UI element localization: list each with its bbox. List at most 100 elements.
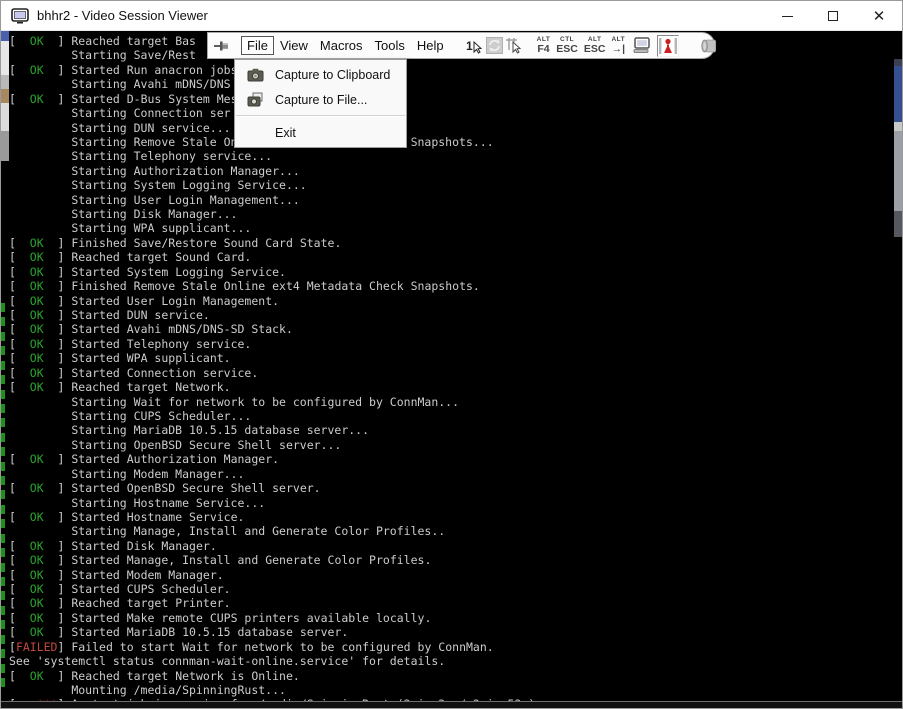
console-line: [ OK ] Reached target Printer. bbox=[9, 596, 535, 610]
console-line: [ OK ] Started Make remote CUPS printers… bbox=[9, 611, 535, 625]
console-line: [ OK ] Started Disk Manager. bbox=[9, 539, 535, 553]
green-tick-artifact bbox=[1, 505, 5, 514]
menu-item-exit[interactable]: Exit bbox=[235, 120, 406, 145]
ctl-esc-key: ESC bbox=[556, 44, 578, 55]
console-line: [ OK ] Reached target Network. bbox=[9, 380, 535, 394]
pointer-align-button[interactable] bbox=[505, 36, 523, 56]
refresh-button[interactable] bbox=[486, 36, 503, 56]
green-tick-artifact bbox=[1, 390, 5, 399]
menu-item-label: Exit bbox=[275, 126, 406, 140]
console-line: [ OK ] Started Modem Manager. bbox=[9, 568, 535, 582]
alt-tab-button[interactable]: ALT →| bbox=[611, 37, 625, 55]
remote-console-screen[interactable]: [ OK ] Reached target Bas Starting Save/… bbox=[1, 31, 902, 709]
console-line: Starting MariaDB 10.5.15 database server… bbox=[9, 423, 535, 437]
video-session-viewer-window: bhhr2 - Video Session Viewer ✕ [ OK ] Re… bbox=[0, 0, 903, 709]
green-tick-artifact bbox=[1, 519, 5, 528]
green-tick-artifact bbox=[1, 433, 5, 442]
bottom-frame-strip bbox=[1, 702, 902, 709]
minimize-button[interactable] bbox=[764, 1, 810, 31]
window-title: bhhr2 - Video Session Viewer bbox=[37, 8, 208, 23]
close-icon: ✕ bbox=[873, 9, 886, 24]
single-cursor-button[interactable]: 1 bbox=[466, 36, 484, 56]
svg-text:1: 1 bbox=[466, 39, 473, 53]
menu-item-label: Capture to Clipboard bbox=[275, 68, 406, 82]
menu-item-label: Capture to File... bbox=[275, 93, 406, 107]
green-tick-artifact bbox=[1, 418, 5, 427]
console-line: See 'systemctl status connman-wait-onlin… bbox=[9, 654, 535, 668]
right-edge-artifact bbox=[894, 66, 902, 122]
green-tick-artifact bbox=[1, 490, 5, 499]
send-keys-button[interactable] bbox=[632, 36, 652, 56]
console-line: [ OK ] Started System Logging Service. bbox=[9, 265, 535, 279]
menu-help[interactable]: Help bbox=[411, 36, 450, 55]
green-tick-artifact bbox=[1, 563, 5, 572]
menu-item-capture-file[interactable]: Capture to File... bbox=[235, 87, 406, 112]
console-line: [ OK ] Started DUN service. bbox=[9, 308, 535, 322]
console-line: [ OK ] Started Telephony service. bbox=[9, 337, 535, 351]
console-line: [ OK ] Finished Save/Restore Sound Card … bbox=[9, 236, 535, 250]
console-line: [ OK ] Started Connection service. bbox=[9, 366, 535, 380]
session-user-icon bbox=[658, 37, 678, 55]
maximize-icon bbox=[828, 11, 838, 21]
right-edge-artifact bbox=[894, 59, 902, 66]
console-line: Starting CUPS Scheduler... bbox=[9, 409, 535, 423]
console-line: Starting System Logging Service... bbox=[9, 178, 535, 192]
menu-tools[interactable]: Tools bbox=[369, 36, 411, 55]
menu-file[interactable]: File bbox=[241, 36, 274, 55]
session-toolbar: File View Macros Tools Help 1 bbox=[207, 32, 715, 59]
green-tick-artifact bbox=[1, 635, 5, 644]
minimize-icon bbox=[782, 16, 793, 17]
title-bar: bhhr2 - Video Session Viewer ✕ bbox=[1, 1, 902, 31]
right-edge-artifact bbox=[894, 122, 902, 131]
camera-file-icon bbox=[235, 92, 275, 107]
green-tick-artifact bbox=[1, 620, 5, 629]
green-tick-artifact bbox=[1, 649, 5, 658]
green-tick-artifact bbox=[1, 317, 5, 326]
alt-esc-button[interactable]: ALT ESC bbox=[584, 37, 606, 55]
menu-item-capture-clipboard[interactable]: Capture to Clipboard bbox=[235, 62, 406, 87]
console-line: Starting Telephony service... bbox=[9, 149, 535, 163]
send-keys-monitor-icon bbox=[632, 37, 652, 54]
console-line: [ OK ] Started Hostname Service. bbox=[9, 510, 535, 524]
green-tick-artifact bbox=[1, 678, 5, 687]
green-tick-artifact bbox=[1, 346, 5, 355]
green-tick-artifact bbox=[1, 375, 5, 384]
console-line: [ OK ] Finished Remove Stale Online ext4… bbox=[9, 279, 535, 293]
right-edge-artifact bbox=[894, 211, 902, 237]
menu-macros[interactable]: Macros bbox=[314, 36, 369, 55]
green-tick-artifact bbox=[1, 361, 5, 370]
alt-f4-button[interactable]: ALT F4 bbox=[537, 37, 551, 55]
console-line: Starting Disk Manager... bbox=[9, 207, 535, 221]
console-line: [FAILED] Failed to start Wait for networ… bbox=[9, 640, 535, 654]
ctl-esc-button[interactable]: CTL ESC bbox=[556, 37, 578, 55]
green-tick-artifact bbox=[1, 332, 5, 341]
green-tick-artifact bbox=[1, 664, 5, 673]
console-line: [ OK ] Started WPA supplicant. bbox=[9, 351, 535, 365]
green-tick-artifact bbox=[1, 476, 5, 485]
maximize-button[interactable] bbox=[810, 1, 856, 31]
pin-icon bbox=[213, 39, 230, 53]
console-line: [ OK ] Started MariaDB 10.5.15 database … bbox=[9, 625, 535, 639]
disconnect-plug-icon bbox=[697, 37, 719, 55]
console-line: Starting Modem Manager... bbox=[9, 467, 535, 481]
console-line: [ OK ] Started OpenBSD Secure Shell serv… bbox=[9, 481, 535, 495]
close-button[interactable]: ✕ bbox=[856, 1, 902, 31]
menu-separator bbox=[236, 115, 405, 117]
session-user-button[interactable] bbox=[657, 35, 679, 57]
menu-view[interactable]: View bbox=[274, 36, 314, 55]
alt-f4-key: F4 bbox=[537, 44, 549, 55]
refresh-icon bbox=[486, 37, 503, 54]
console-line: Mounting /media/SpinningRust... bbox=[9, 683, 535, 697]
green-tick-artifact bbox=[1, 606, 5, 615]
app-monitor-icon bbox=[11, 8, 29, 24]
console-line: Starting Hostname Service... bbox=[9, 496, 535, 510]
pointer-align-icon bbox=[505, 37, 523, 54]
console-line: [ OK ] Started Authorization Manager. bbox=[9, 452, 535, 466]
disconnect-button[interactable] bbox=[697, 36, 719, 56]
green-tick-artifact bbox=[1, 447, 5, 456]
right-edge-artifact bbox=[894, 131, 902, 211]
green-tick-artifact bbox=[1, 303, 5, 312]
camera-icon bbox=[235, 68, 275, 82]
pin-button[interactable] bbox=[213, 36, 230, 56]
console-line: Starting Manage, Install and Generate Co… bbox=[9, 524, 535, 538]
